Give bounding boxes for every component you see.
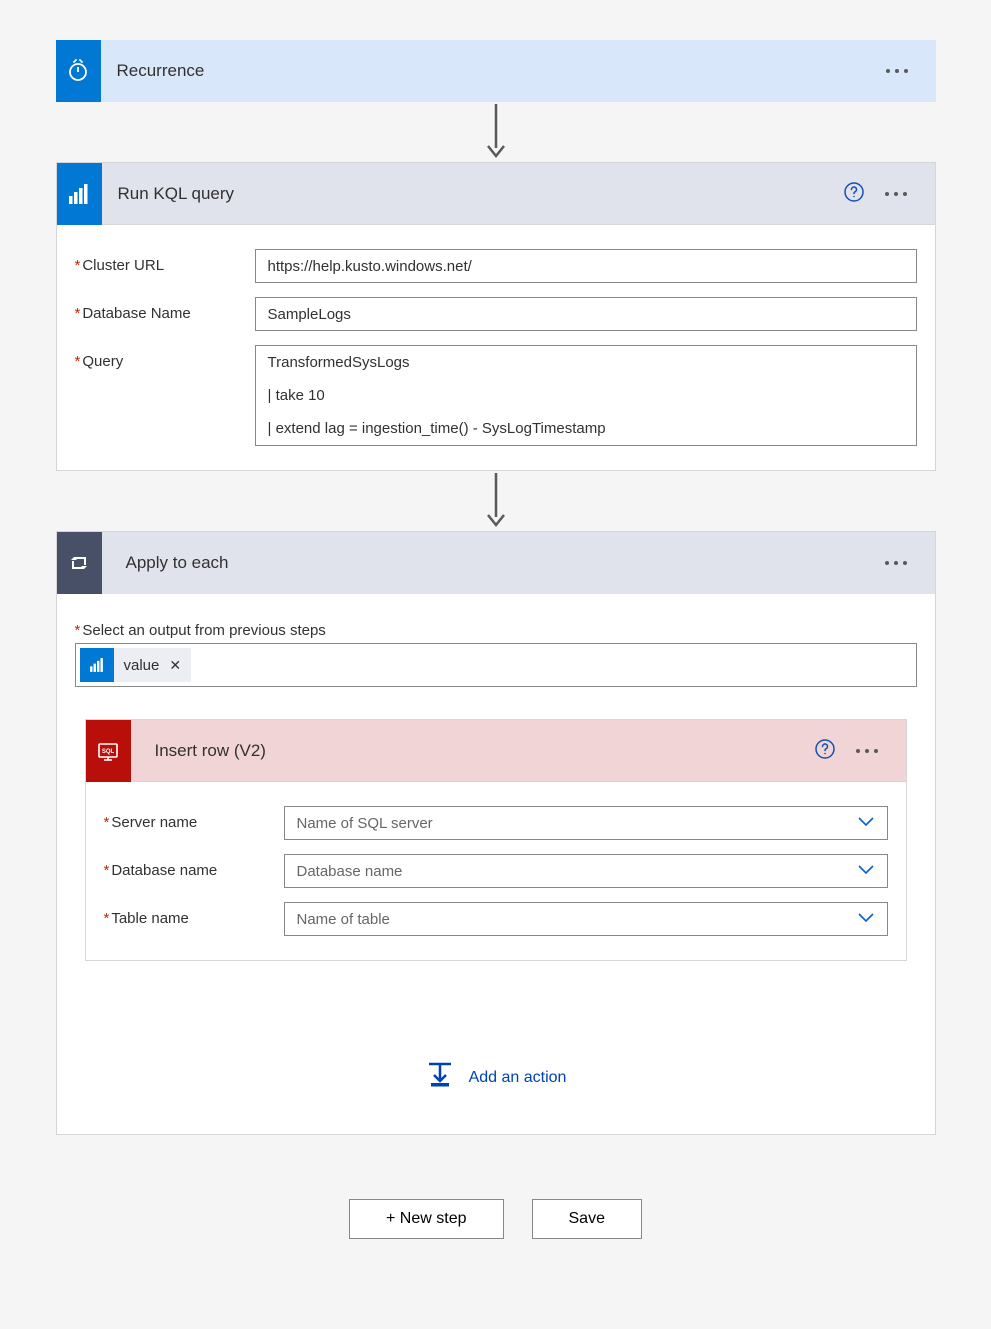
recurrence-more-button[interactable] [886, 69, 908, 73]
token-remove-button[interactable]: ✕ [169, 657, 181, 674]
chevron-down-icon [857, 911, 875, 928]
cluster-url-label: *Cluster URL [75, 249, 255, 274]
sql-title: Insert row (V2) [155, 741, 814, 761]
add-action-button[interactable]: Add an action [57, 961, 935, 1134]
cluster-url-input[interactable]: https://help.kusto.windows.net/ [255, 249, 917, 283]
server-name-label: *Server name [104, 806, 284, 831]
kql-more-button[interactable] [885, 192, 907, 196]
step-run-kql-query[interactable]: Run KQL query *Cluster URL https://help.… [56, 162, 936, 471]
query-line: TransformedSysLogs [256, 346, 916, 379]
sql-more-button[interactable] [856, 749, 878, 753]
sql-help-icon[interactable] [814, 738, 836, 764]
database-name-input[interactable]: SampleLogs [255, 297, 917, 331]
sql-server-icon: SQL [86, 720, 131, 782]
connector-arrow-2 [56, 471, 936, 531]
step-recurrence[interactable]: Recurrence [56, 40, 936, 102]
apply-title: Apply to each [126, 553, 885, 573]
svg-text:SQL: SQL [102, 749, 115, 755]
kql-header[interactable]: Run KQL query [57, 163, 935, 225]
query-label: *Query [75, 345, 255, 370]
sql-database-name-select[interactable]: Database name [284, 854, 888, 888]
kql-title: Run KQL query [118, 184, 843, 204]
table-name-select[interactable]: Name of table [284, 902, 888, 936]
apply-output-label: *Select an output from previous steps [57, 622, 935, 643]
connector-arrow-1 [56, 102, 936, 162]
sql-header[interactable]: SQL Insert row (V2) [86, 720, 906, 782]
kusto-icon [80, 648, 114, 682]
apply-output-input[interactable]: value ✕ [75, 643, 917, 687]
add-action-label: Add an action [469, 1069, 567, 1087]
query-input[interactable]: TransformedSysLogs | take 10 | extend la… [255, 345, 917, 446]
kusto-icon [57, 163, 102, 225]
recurrence-title: Recurrence [117, 61, 886, 81]
database-name-label: *Database Name [75, 297, 255, 322]
new-step-button[interactable]: + New step [349, 1199, 503, 1239]
apply-more-button[interactable] [885, 561, 907, 565]
sql-database-name-label: *Database name [104, 854, 284, 879]
recurrence-icon [56, 40, 101, 102]
chevron-down-icon [857, 863, 875, 880]
chevron-down-icon [857, 815, 875, 832]
apply-header[interactable]: Apply to each [57, 532, 935, 594]
recurrence-header[interactable]: Recurrence [56, 40, 936, 102]
query-line: | take 10 [256, 379, 916, 412]
kql-help-icon[interactable] [843, 181, 865, 207]
table-name-label: *Table name [104, 902, 284, 927]
step-apply-to-each[interactable]: Apply to each *Select an output from pre… [56, 531, 936, 1135]
token-label: value [124, 657, 160, 674]
save-button[interactable]: Save [532, 1199, 642, 1239]
dynamic-content-token[interactable]: value ✕ [80, 648, 192, 682]
server-name-select[interactable]: Name of SQL server [284, 806, 888, 840]
query-line: | extend lag = ingestion_time() - SysLog… [256, 412, 916, 445]
loop-icon [57, 532, 102, 594]
step-insert-row[interactable]: SQL Insert row (V2) *Server name [85, 719, 907, 961]
add-action-icon [425, 1061, 455, 1094]
